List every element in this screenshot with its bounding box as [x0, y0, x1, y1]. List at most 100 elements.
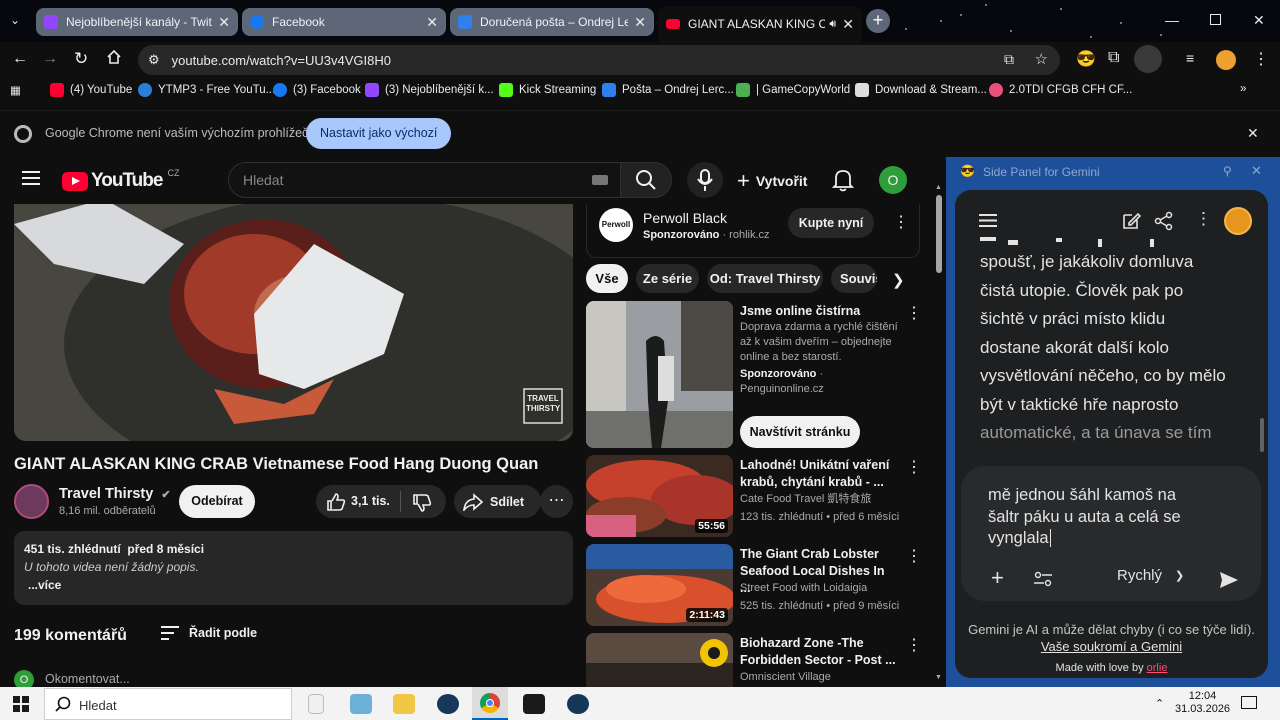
- bookmark-mail[interactable]: Pošta – Ondrej Lerc...: [602, 83, 734, 97]
- gemini-menu-icon[interactable]: [979, 214, 997, 227]
- home-button[interactable]: [106, 49, 122, 65]
- channel-name-row[interactable]: Travel Thirsty ✔: [59, 486, 171, 502]
- extension-emoji-icon[interactable]: 😎: [1076, 49, 1096, 69]
- keyboard-icon[interactable]: [592, 175, 608, 185]
- close-icon[interactable]: ✕: [218, 14, 230, 31]
- site-info-icon[interactable]: ⚙: [148, 52, 160, 68]
- video-thumbnail[interactable]: 55:56: [586, 455, 733, 537]
- set-default-button[interactable]: Nastavit jako výchozí: [306, 118, 452, 149]
- notifications-button[interactable]: [832, 168, 854, 192]
- forward-button[interactable]: →: [42, 50, 58, 68]
- pin-icon[interactable]: ⚲: [1223, 164, 1232, 178]
- share-button[interactable]: Sdílet: [454, 485, 541, 518]
- chip-next-icon[interactable]: ❯: [892, 271, 905, 289]
- bookmark-gamecopyworld[interactable]: | GameCopyWorld: [736, 83, 850, 97]
- video-thumbnail[interactable]: 2:11:43: [586, 544, 733, 626]
- steam-icon[interactable]: [567, 694, 589, 714]
- reload-button[interactable]: ↻: [74, 49, 88, 69]
- extensions-puzzle-icon[interactable]: ⧉: [1108, 49, 1119, 67]
- steam-icon[interactable]: [437, 694, 459, 714]
- visit-site-button[interactable]: Navštívit stránku: [740, 416, 860, 448]
- ad-thumbnail[interactable]: [586, 301, 733, 448]
- hamburger-menu-icon[interactable]: [22, 171, 40, 185]
- infobar-close-icon[interactable]: ✕: [1247, 125, 1259, 142]
- bookmark-download-stream[interactable]: Download & Stream...: [855, 83, 987, 97]
- back-button[interactable]: ←: [12, 50, 28, 68]
- more-options-icon[interactable]: ⋮: [1195, 209, 1212, 229]
- chrome-taskbar-button[interactable]: [472, 687, 508, 720]
- bookmark-star-icon[interactable]: ☆: [1035, 50, 1048, 68]
- window-close-button[interactable]: ✕: [1253, 12, 1265, 29]
- video-channel[interactable]: Cate Food Travel 凱特食旅: [740, 492, 900, 507]
- close-icon[interactable]: ✕: [634, 14, 646, 31]
- dislike-button[interactable]: [412, 493, 432, 513]
- chip-related[interactable]: Souvis: [831, 264, 877, 293]
- bookmark-twitch[interactable]: (3) Nejoblíbenější k...: [365, 83, 494, 97]
- voice-search-button[interactable]: [687, 162, 723, 198]
- channel-avatar[interactable]: [14, 484, 49, 519]
- close-icon[interactable]: ✕: [842, 16, 854, 33]
- clock[interactable]: 12:04 31.03.2026: [1175, 690, 1230, 716]
- like-button[interactable]: [326, 492, 346, 512]
- tab-twitch[interactable]: Nejoblíbenější kanály - Twitch ✕: [36, 8, 238, 36]
- create-button[interactable]: + Vytvořit: [737, 168, 807, 194]
- related-video[interactable]: 2:11:43 The Giant Crab Lobster Seafood L…: [586, 544, 922, 628]
- add-attachment-icon[interactable]: +: [991, 565, 1004, 591]
- user-avatar[interactable]: [1224, 207, 1252, 235]
- ad-menu-icon[interactable]: ⋮: [893, 212, 909, 232]
- account-avatar[interactable]: O: [879, 166, 907, 194]
- scrollbar-thumb[interactable]: [936, 195, 942, 273]
- close-icon[interactable]: ✕: [426, 14, 438, 31]
- more-bookmarks-icon[interactable]: »: [1240, 83, 1246, 95]
- tools-icon[interactable]: [1034, 571, 1052, 587]
- related-video[interactable]: 55:56 Lahodné! Unikátní vaření krabů, ch…: [586, 455, 922, 539]
- chip-series[interactable]: Ze série: [636, 264, 699, 293]
- subscribe-button[interactable]: Odebírat: [179, 485, 255, 518]
- app-icon[interactable]: [523, 694, 545, 714]
- windows-start-icon[interactable]: [13, 696, 29, 712]
- video-channel[interactable]: Omniscient Village: [740, 670, 900, 685]
- tab-search-button[interactable]: ⌄: [10, 13, 20, 27]
- notifications-icon[interactable]: [1241, 696, 1257, 709]
- more-actions-button[interactable]: ⋯: [540, 485, 573, 518]
- control-panel-icon[interactable]: [350, 694, 372, 714]
- video-title[interactable]: Biohazard Zone -The Forbidden Sector - P…: [740, 635, 896, 669]
- search-input[interactable]: Hledat: [228, 162, 628, 198]
- share-icon[interactable]: [1154, 211, 1174, 231]
- video-player[interactable]: TRAVEL THIRSTY: [14, 204, 573, 441]
- tab-mail[interactable]: Doručená pošta – Ondrej Lerch ✕: [450, 8, 654, 36]
- bookmark-ytmp3[interactable]: YTMP3 - Free YouTu...: [138, 83, 275, 97]
- new-tab-button[interactable]: +: [866, 9, 890, 33]
- video-thumbnail[interactable]: [586, 633, 733, 687]
- minimize-button[interactable]: —: [1165, 12, 1179, 28]
- media-controls-icon[interactable]: ≡: [1186, 50, 1194, 66]
- ad-cta-button[interactable]: Kupte nyní: [788, 208, 874, 238]
- ad-card-title[interactable]: Jsme online čistírna: [740, 303, 896, 320]
- more-options-icon[interactable]: ⋮: [906, 635, 922, 655]
- bookmark-tdi[interactable]: 2.0TDI CFGB CFH CF...: [989, 83, 1132, 97]
- search-button[interactable]: [620, 162, 672, 198]
- address-bar[interactable]: ⚙ youtube.com/watch?v=UU3v4VGI8H0 ⧉ ☆: [138, 45, 1060, 75]
- video-title[interactable]: Lahodné! Unikátní vaření krabů, chytání …: [740, 457, 896, 491]
- like-count[interactable]: 3,1 tis.: [351, 494, 390, 508]
- bookmark-youtube[interactable]: (4) YouTube: [50, 83, 132, 97]
- side-panel-close-icon[interactable]: ✕: [1251, 163, 1262, 179]
- apps-grid-icon[interactable]: ▦: [10, 83, 21, 97]
- comment-input[interactable]: Okomentovat...: [45, 672, 130, 686]
- send-button[interactable]: [1219, 571, 1239, 589]
- bookmark-kick[interactable]: Kick Streaming: [499, 83, 596, 97]
- speaker-icon[interactable]: 🔊︎: [829, 18, 836, 31]
- author-link[interactable]: orlie: [1147, 662, 1168, 674]
- blank-document-icon[interactable]: [308, 694, 324, 714]
- show-more-link[interactable]: ...více: [28, 578, 61, 592]
- description-box[interactable]: 451 tis. zhlédnutí před 8 měsíci U tohot…: [14, 531, 573, 605]
- sort-comments-button[interactable]: Řadit podle: [161, 626, 257, 640]
- chip-from-channel[interactable]: Od: Travel Thirsty: [707, 264, 823, 293]
- restore-button[interactable]: [1210, 14, 1221, 25]
- page-scrollbar[interactable]: ▲ ▼: [933, 184, 944, 687]
- tab-youtube-active[interactable]: GIANT ALASKAN KING CRA 🔊︎ ✕: [658, 6, 862, 42]
- file-explorer-icon[interactable]: [393, 694, 415, 714]
- bookmark-facebook[interactable]: (3) Facebook: [273, 83, 361, 97]
- channel-name[interactable]: Travel Thirsty: [59, 486, 153, 502]
- side-panel-button[interactable]: [1134, 45, 1162, 73]
